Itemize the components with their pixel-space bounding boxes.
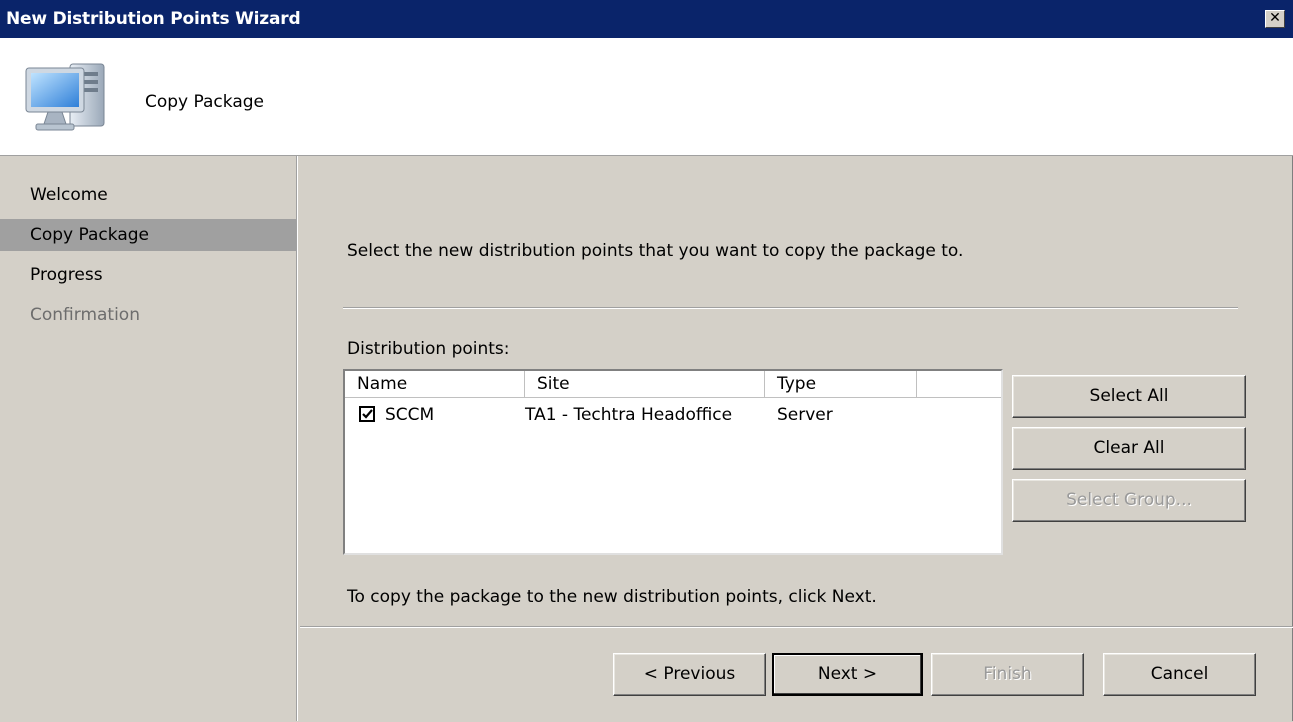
row-checkbox[interactable] — [359, 406, 375, 422]
wizard-window: New Distribution Points Wizard ✕ Copy Pa… — [0, 0, 1293, 721]
wizard-steps-sidebar: Welcome Copy Package Progress Confirmati… — [0, 156, 298, 721]
footer-instruction: To copy the package to the new distribut… — [347, 587, 877, 607]
select-group-button[interactable]: Select Group... — [1012, 479, 1246, 522]
column-header-name[interactable]: Name — [345, 371, 525, 397]
step-copy-package: Copy Package — [0, 219, 296, 251]
window-title: New Distribution Points Wizard — [6, 9, 301, 29]
select-all-button[interactable]: Select All — [1012, 375, 1246, 418]
step-progress: Progress — [30, 265, 103, 285]
close-icon: ✕ — [1269, 10, 1281, 26]
table-row[interactable]: SCCM TA1 - Techtra Headoffice Server — [345, 401, 1001, 429]
list-header: Name Site Type — [345, 371, 1001, 398]
cancel-button[interactable]: Cancel — [1103, 653, 1256, 696]
close-button[interactable]: ✕ — [1265, 10, 1285, 28]
distribution-points-label: Distribution points: — [347, 339, 510, 359]
column-header-empty — [917, 371, 1001, 397]
step-welcome: Welcome — [30, 185, 108, 205]
wizard-header: Copy Package — [0, 38, 1293, 156]
separator — [343, 307, 1238, 309]
step-confirmation: Confirmation — [30, 305, 140, 325]
instruction-text: Select the new distribution points that … — [347, 241, 964, 261]
next-button[interactable]: Next > — [772, 653, 923, 696]
column-header-type[interactable]: Type — [765, 371, 917, 397]
cell-type: Server — [777, 405, 833, 425]
page-title: Copy Package — [145, 92, 264, 112]
column-header-site[interactable]: Site — [525, 371, 765, 397]
cell-site: TA1 - Techtra Headoffice — [525, 405, 733, 425]
distribution-points-list[interactable]: Name Site Type SCCM TA1 - Techtra Headof… — [343, 369, 1003, 555]
title-bar[interactable]: New Distribution Points Wizard ✕ — [0, 0, 1293, 38]
clear-all-button[interactable]: Clear All — [1012, 427, 1246, 470]
finish-button[interactable]: Finish — [931, 653, 1084, 696]
computer-icon — [25, 63, 105, 131]
cell-name: SCCM — [385, 405, 435, 425]
previous-button[interactable]: < Previous — [613, 653, 766, 696]
check-icon — [362, 409, 373, 419]
main-panel: Select the new distribution points that … — [300, 156, 1293, 626]
